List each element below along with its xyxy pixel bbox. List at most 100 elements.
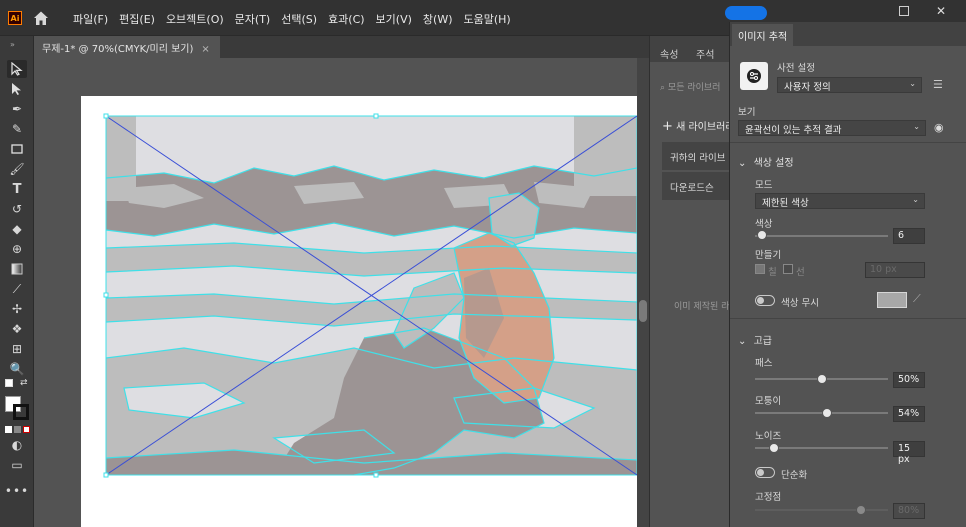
selection-tool-icon[interactable]	[7, 60, 27, 78]
eyedropper-tool-icon[interactable]: ⟋	[7, 280, 27, 298]
ignore-color-swatch[interactable]	[877, 292, 907, 308]
direct-selection-tool-icon[interactable]	[7, 80, 27, 98]
artboard-tool-icon[interactable]: ⊞	[7, 340, 27, 358]
simplify-toggle[interactable]	[755, 467, 775, 478]
curvature-tool-icon[interactable]: ✎	[7, 120, 27, 138]
advanced-section[interactable]: ⌄ 고급	[738, 332, 772, 347]
menu-item[interactable]: 효과(C)	[328, 11, 365, 27]
blend-tool-icon[interactable]: ✢	[7, 300, 27, 318]
ignore-color-label: 색상 무시	[781, 298, 819, 309]
screen-mode-icon[interactable]: ▭	[7, 456, 27, 474]
document-tab[interactable]: 무제-1* @ 70%(CMYK/미리 보기) ×	[34, 36, 220, 58]
rectangle-tool-icon[interactable]	[7, 140, 27, 158]
mode-dropdown[interactable]: 제한된 색상 ⌄	[755, 193, 925, 209]
stroke-width-field[interactable]: 10 px	[865, 262, 925, 278]
library-search-placeholder: 모든 라이브러	[667, 83, 721, 93]
menu-item[interactable]: 도움말(H)	[464, 11, 511, 27]
view-label: 보기	[738, 107, 756, 118]
restore-window-icon[interactable]	[899, 6, 909, 16]
libraries-panel: 속성 주석 ⌕ 모든 라이브러 + 새 라이브러리 귀하의 라이브 다운로드슨 …	[649, 36, 738, 527]
view-dropdown[interactable]: 윤곽선이 있는 추적 결과 ⌄	[738, 120, 926, 136]
tab-image-trace[interactable]: 이미지 추적	[732, 24, 794, 46]
tools-panel: » ✒ ✎ 🖌 T ↺ ◆ ⊕ ⟋ ✢ ❖ ⊞ 🔍 ⇄ ◐ ▭ •••	[0, 36, 34, 527]
snap-slider[interactable]	[755, 509, 888, 511]
library-search-field[interactable]: ⌕ 모든 라이브러	[660, 80, 730, 98]
eye-icon[interactable]: ◉	[934, 121, 944, 134]
image-trace-panel-header: 이미지 추적	[730, 22, 966, 46]
corners-value[interactable]: 54%	[893, 406, 925, 422]
chevron-down-icon: ⌄	[912, 195, 919, 204]
noise-value[interactable]: 15 px	[893, 441, 925, 465]
close-tab-icon[interactable]: ×	[201, 44, 209, 55]
noise-slider-knob[interactable]	[768, 443, 779, 453]
swap-fill-stroke-icon[interactable]: ⇄	[20, 378, 28, 388]
preset-dropdown[interactable]: 사용자 정의 ⌄	[777, 77, 922, 93]
pen-tool-icon[interactable]: ✒	[7, 100, 27, 118]
panel-collapse-icon[interactable]: »	[10, 40, 15, 49]
advanced-label: 고급	[753, 336, 772, 347]
menu-item[interactable]: 보기(V)	[376, 11, 412, 27]
zoom-tool-icon[interactable]: 🔍	[7, 360, 27, 378]
view-value: 윤곽선이 있는 추적 결과	[745, 125, 842, 136]
traced-image[interactable]	[34, 58, 637, 527]
corners-slider-knob[interactable]	[821, 408, 832, 418]
color-settings-section[interactable]: ⌄ 색상 설정	[738, 154, 794, 169]
menu-item[interactable]: 파일(F)	[73, 11, 108, 27]
paths-value[interactable]: 50%	[893, 372, 925, 388]
trace-left-edge	[106, 116, 136, 201]
ignore-color-toggle[interactable]	[755, 295, 775, 306]
gradient-tool-icon[interactable]	[7, 260, 27, 278]
shape-builder-tool-icon[interactable]: ⊕	[7, 240, 27, 258]
scrollbar-thumb[interactable]	[639, 300, 647, 322]
menu-item[interactable]: 편집(E)	[119, 11, 155, 27]
paintbrush-tool-icon[interactable]: 🖌	[7, 160, 27, 178]
corners-label: 모퉁이	[755, 396, 782, 407]
eyedropper-icon[interactable]: ⟋	[913, 292, 921, 306]
colors-label: 색상	[755, 219, 773, 230]
document-tab-bar: 무제-1* @ 70%(CMYK/미리 보기) ×	[34, 36, 649, 58]
colors-slider[interactable]	[755, 235, 888, 237]
colors-slider-knob[interactable]	[756, 230, 767, 240]
close-window-icon[interactable]: ✕	[936, 4, 946, 18]
default-fill-stroke-icon[interactable]	[5, 379, 13, 387]
menu-item[interactable]: 선택(S)	[281, 11, 317, 27]
mode-value: 제한된 색상	[762, 198, 809, 209]
library-item[interactable]: 다운로드슨	[662, 172, 730, 200]
home-icon[interactable]	[33, 10, 49, 26]
chevron-down-icon: ⌄	[913, 122, 920, 131]
colors-value[interactable]: 6	[893, 228, 925, 244]
menu-item[interactable]: 창(W)	[423, 11, 453, 27]
stroke-checkbox[interactable]	[783, 264, 793, 274]
new-library-button[interactable]: + 새 라이브러리	[662, 118, 734, 134]
snap-value[interactable]: 80%	[893, 503, 925, 519]
library-item[interactable]: 귀하의 라이브	[662, 142, 730, 170]
fill-checkbox[interactable]	[755, 264, 765, 274]
preset-label: 사전 설정	[777, 63, 815, 74]
type-tool-icon[interactable]: T	[7, 180, 27, 198]
more-tools-icon[interactable]: •••	[5, 482, 28, 500]
eraser-tool-icon[interactable]: ◆	[7, 220, 27, 238]
canvas-vertical-scrollbar[interactable]	[637, 58, 649, 527]
divider	[730, 142, 966, 143]
search-icon: ⌕	[660, 83, 666, 93]
chevron-down-icon: ⌄	[738, 158, 747, 169]
menu-item[interactable]: 오브젝트(O)	[166, 11, 224, 27]
tab-properties[interactable]: 속성	[660, 46, 678, 61]
snap-label: 고정점	[755, 492, 782, 503]
stroke-swatch[interactable]	[13, 404, 29, 420]
preset-list-icon[interactable]: ☰	[933, 78, 943, 91]
rotate-tool-icon[interactable]: ↺	[7, 200, 27, 218]
color-settings-label: 색상 설정	[753, 158, 794, 169]
preset-icon[interactable]	[740, 62, 768, 90]
menu-item[interactable]: 문자(T)	[235, 11, 271, 27]
stroke-label: 선	[796, 267, 805, 278]
tab-comments[interactable]: 주석	[696, 46, 714, 61]
fill-label: 칠	[768, 267, 777, 278]
drawing-mode-icon[interactable]: ◐	[7, 436, 27, 454]
cloud-status-badge[interactable]	[725, 6, 767, 20]
snap-slider-knob[interactable]	[856, 505, 867, 515]
color-mode-icons[interactable]	[5, 426, 30, 433]
canvas-area[interactable]	[34, 58, 637, 527]
symbol-sprayer-tool-icon[interactable]: ❖	[7, 320, 27, 338]
paths-slider-knob[interactable]	[816, 374, 827, 384]
